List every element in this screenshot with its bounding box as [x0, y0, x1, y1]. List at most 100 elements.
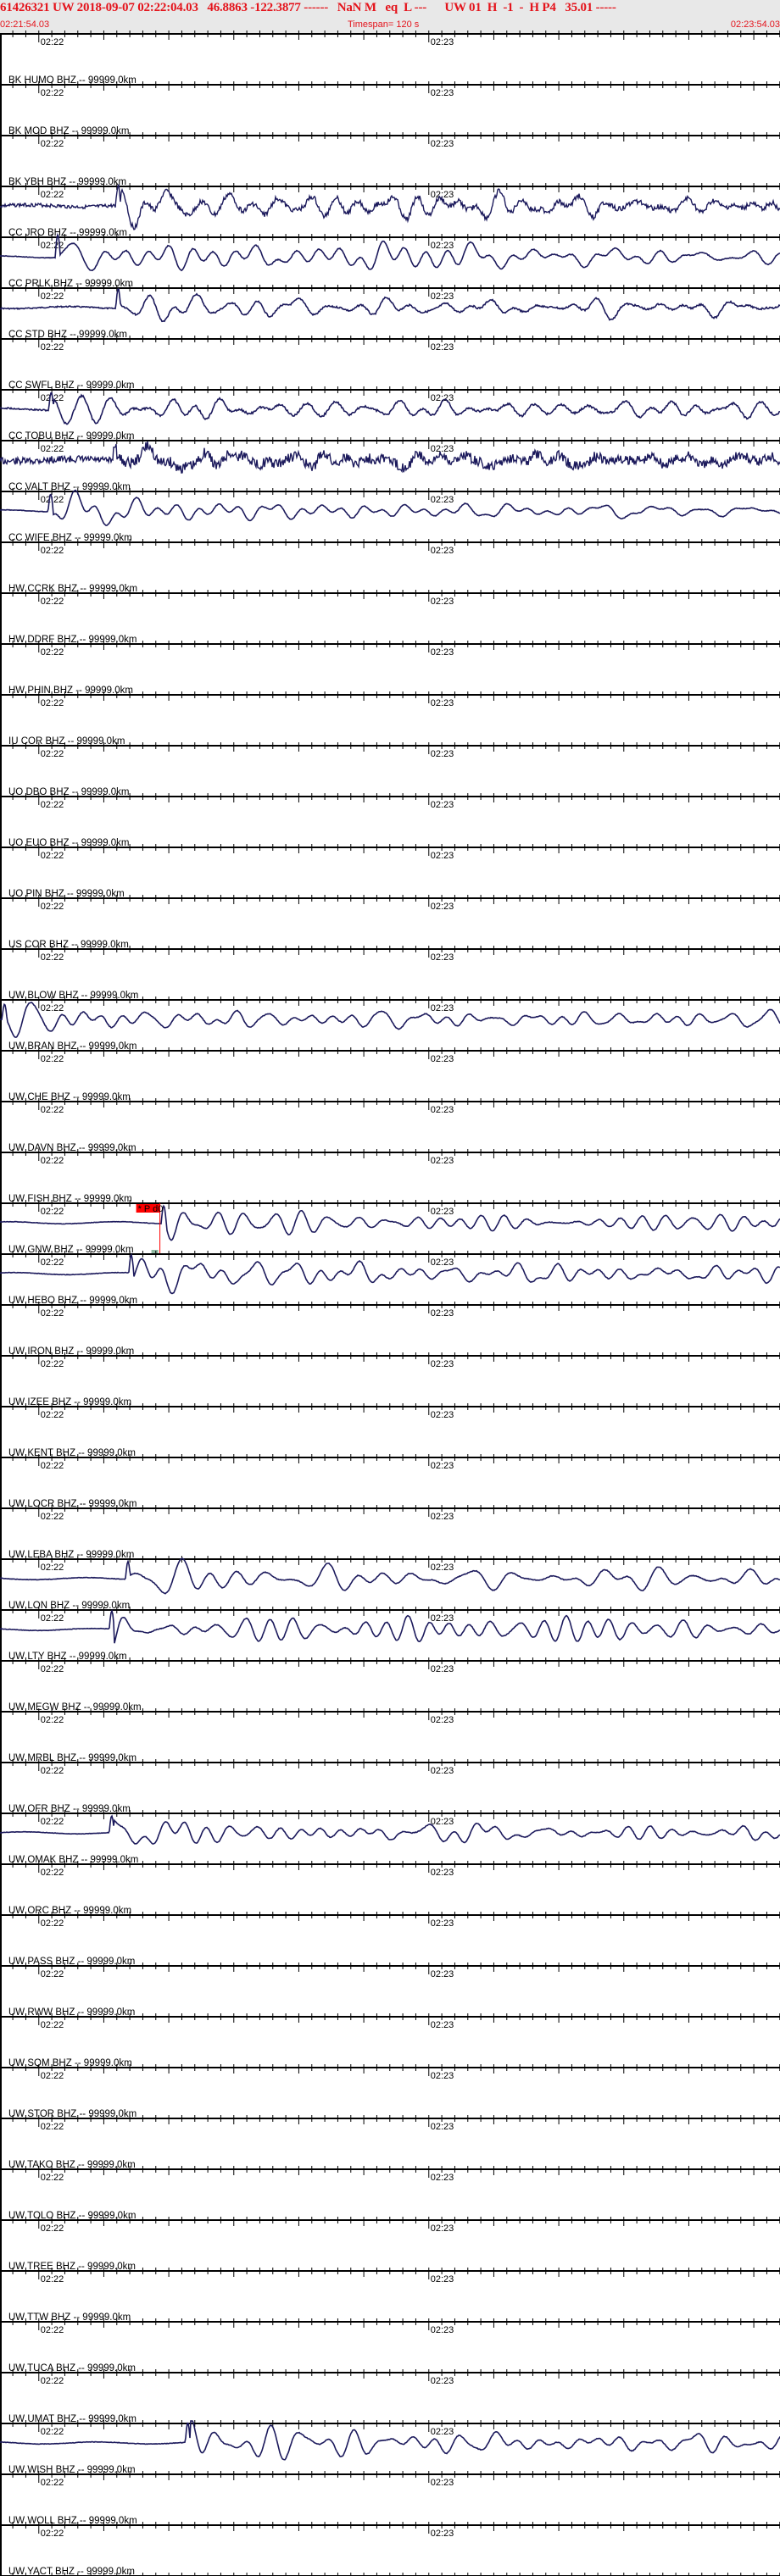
time-tick-label: 02:22 — [41, 1817, 64, 1827]
channel-label[interactable]: CC STD BHZ -- 99999.0km — [8, 330, 127, 340]
time-tick-label: 02:23 — [431, 495, 454, 505]
channel-label[interactable]: UW MRBL BHZ -- 99999.0km — [8, 1753, 136, 1763]
channel-label[interactable]: UO DBO BHZ -- 99999.0km — [8, 787, 130, 797]
channel-label[interactable]: UW KENT BHZ -- 99999.0km — [8, 1448, 136, 1458]
channel-label[interactable]: BK YBH BHZ -- 99999.0km — [8, 177, 126, 187]
channel-label[interactable]: UO PIN BHZ -- 99999.0km — [8, 889, 125, 899]
time-tick-label: 02:22 — [41, 1563, 64, 1573]
time-tick-label: 02:23 — [431, 2173, 454, 2183]
time-tick-label: 02:22 — [41, 1766, 64, 1776]
time-tick-label: 02:23 — [431, 1003, 454, 1013]
channel-label[interactable]: UW WISH BHZ -- 99999.0km — [8, 2465, 136, 2475]
time-tick-label: 02:22 — [41, 1359, 64, 1369]
time-tick-label: 02:23 — [431, 1054, 454, 1064]
time-tick-label: 02:23 — [431, 698, 454, 708]
channel-label[interactable]: CC VALT BHZ -- 99999.0km — [8, 482, 131, 492]
time-tick-label: 02:23 — [431, 647, 454, 658]
channel-label[interactable]: UW BLOW BHZ -- 99999.0km — [8, 991, 138, 1001]
waveform-trace — [0, 489, 780, 526]
time-tick-label: 02:22 — [41, 2173, 64, 2183]
time-tick-label: 02:22 — [41, 749, 64, 759]
time-tick-label: 02:23 — [431, 1105, 454, 1115]
time-tick-label: 02:22 — [41, 1613, 64, 1624]
waveform-trace — [0, 1252, 780, 1295]
time-tick-label: 02:22 — [41, 2427, 64, 2437]
channel-label[interactable]: UW BRAN BHZ -- 99999.0km — [8, 1041, 136, 1052]
channel-label[interactable]: UW TAKO BHZ -- 99999.0km — [8, 2160, 136, 2170]
time-tick-label: 02:22 — [41, 1003, 64, 1013]
time-tick-label: 02:23 — [431, 851, 454, 861]
channel-label[interactable]: UW PASS BHZ -- 99999.0km — [8, 1957, 135, 1967]
channel-label[interactable]: UW HEBO BHZ -- 99999.0km — [8, 1296, 137, 1306]
channel-label[interactable]: UW RWW BHZ -- 99999.0km — [8, 2007, 135, 2018]
channel-label[interactable]: UW IZEE BHZ -- 99999.0km — [8, 1397, 131, 1407]
channel-label[interactable]: UW CHE BHZ -- 99999.0km — [8, 1092, 131, 1102]
channel-label[interactable]: UW SQM BHZ -- 99999.0km — [8, 2058, 132, 2068]
channel-label[interactable]: CC WIFE BHZ -- 99999.0km — [8, 533, 132, 543]
time-tick-label: 02:23 — [431, 2376, 454, 2386]
channel-label[interactable]: UW LOCR BHZ -- 99999.0km — [8, 1499, 136, 1509]
seismogram-panel[interactable]: 02:22 02:23 02:22 02:23 BK HUMO BHZ -- 99999… — [0, 0, 780, 2576]
channel-label[interactable]: UW DAVN BHZ -- 99999.0km — [8, 1143, 136, 1153]
channel-label[interactable]: UW GNW BHZ -- 99999.0km — [8, 1245, 134, 1255]
time-tick-label: 02:22 — [41, 647, 64, 658]
channel-label[interactable]: UW LON BHZ -- 99999.0km — [8, 1601, 130, 1611]
channel-label[interactable]: CC PRLK BHZ -- 99999.0km — [8, 279, 133, 289]
waveform-trace — [0, 1608, 780, 1644]
channel-label[interactable]: UW UMAT BHZ -- 99999.0km — [8, 2414, 136, 2424]
channel-label[interactable]: UW TOLO BHZ -- 99999.0km — [8, 2211, 136, 2221]
time-tick-label: 02:22 — [41, 1207, 64, 1217]
channel-label[interactable]: UW TREE BHZ -- 99999.0km — [8, 2262, 136, 2272]
time-tick-label: 02:22 — [41, 851, 64, 861]
channel-label[interactable]: UW WOLL BHZ -- 99999.0km — [8, 2516, 137, 2526]
time-tick-label: 02:22 — [41, 139, 64, 149]
channel-label[interactable]: BK HUMO BHZ -- 99999.0km — [8, 75, 136, 86]
time-tick-label: 02:22 — [41, 1308, 64, 1319]
waveform-trace — [0, 1002, 780, 1038]
channel-label[interactable]: UW MEGW BHZ -- 99999.0km — [8, 1702, 142, 1713]
time-tick-label: 02:23 — [431, 291, 454, 302]
channel-label[interactable]: IU COR BHZ -- 99999.0km — [8, 736, 125, 747]
channel-label[interactable]: UW ORC BHZ -- 99999.0km — [8, 1906, 131, 1916]
channel-label[interactable]: UW LTY BHZ -- 99999.0km — [8, 1652, 127, 1662]
channel-label[interactable]: HW CCRK BHZ -- 99999.0km — [8, 584, 137, 594]
time-tick-label: 02:23 — [431, 1664, 454, 1674]
time-tick-label: 02:22 — [41, 444, 64, 454]
channel-label[interactable]: UW IRON BHZ -- 99999.0km — [8, 1346, 134, 1357]
time-tick-label: 02:22 — [41, 1969, 64, 1979]
time-tick-label: 02:22 — [41, 2274, 64, 2285]
channel-label[interactable]: HW DDRF BHZ -- 99999.0km — [8, 635, 136, 645]
time-tick-label: 02:23 — [431, 1512, 454, 1522]
time-tick-label: 02:23 — [431, 1969, 454, 1979]
waveform-trace — [0, 184, 780, 230]
time-tick-label: 02:22 — [41, 2122, 64, 2132]
channel-label[interactable]: UW STOR BHZ -- 99999.0km — [8, 2109, 136, 2119]
channel-label[interactable]: UW TUCA BHZ -- 99999.0km — [8, 2363, 136, 2373]
channel-label[interactable]: HW PHIN BHZ -- 99999.0km — [8, 686, 133, 696]
time-tick-label: 02:23 — [431, 1156, 454, 1166]
time-tick-label: 02:22 — [41, 2529, 64, 2539]
channel-label[interactable]: US COR BHZ -- 99999.0km — [8, 940, 129, 950]
channel-label[interactable]: UW TTW BHZ -- 99999.0km — [8, 2312, 131, 2323]
channel-label[interactable]: UO EUO BHZ -- 99999.0km — [8, 838, 130, 848]
channel-label[interactable]: UW YACT BHZ -- 99999.0km — [8, 2567, 135, 2576]
time-tick-label: 02:23 — [431, 597, 454, 607]
time-tick-label: 02:23 — [431, 2427, 454, 2437]
channel-label[interactable]: UW OMAK BHZ -- 99999.0km — [8, 1855, 138, 1865]
time-tick-label: 02:22 — [41, 1054, 64, 1064]
pick-label[interactable]: * P d0 — [138, 1204, 164, 1214]
time-tick-label: 02:23 — [431, 546, 454, 556]
time-tick-label: 02:22 — [41, 952, 64, 963]
channel-label[interactable]: UW OFR BHZ -- 99999.0km — [8, 1804, 131, 1814]
channel-label[interactable]: CC JRO BHZ -- 99999.0km — [8, 228, 127, 238]
channel-label[interactable]: UW FISH BHZ -- 99999.0km — [8, 1194, 132, 1204]
time-tick-label: 02:23 — [431, 342, 454, 353]
channel-label[interactable]: CC TOBU BHZ -- 99999.0km — [8, 431, 134, 441]
channel-label[interactable]: BK MOD BHZ -- 99999.0km — [8, 126, 130, 136]
waveform-trace — [0, 391, 780, 425]
time-tick-label: 02:23 — [431, 1918, 454, 1929]
time-tick-label: 02:23 — [431, 1410, 454, 1420]
channel-label[interactable]: CC SWFL BHZ -- 99999.0km — [8, 380, 134, 391]
channel-label[interactable]: UW LEBA BHZ -- 99999.0km — [8, 1550, 134, 1560]
time-tick-label: 02:23 — [431, 1868, 454, 1878]
